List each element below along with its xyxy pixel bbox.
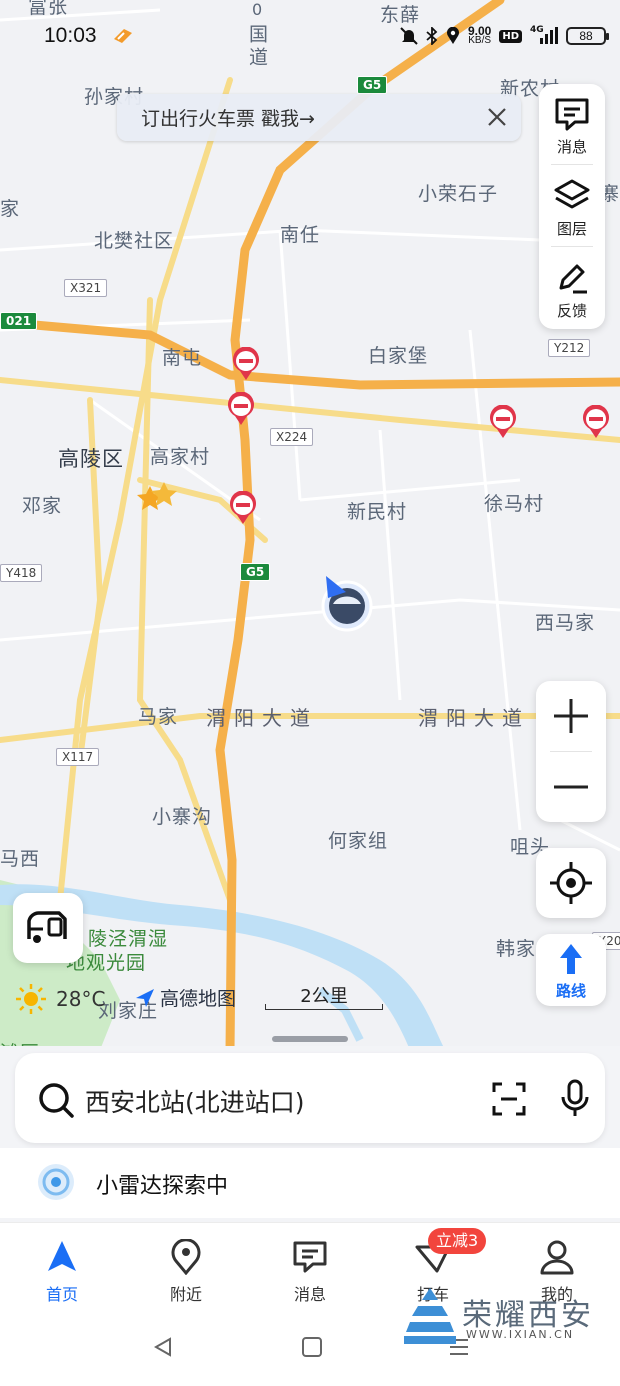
banner-text: 订出行火车票 戳我→ bbox=[141, 108, 315, 130]
district-label: 高陵区 bbox=[58, 447, 124, 471]
no-entry-icon bbox=[490, 405, 516, 438]
navigation-arrow-icon bbox=[48, 1241, 76, 1271]
place-label: 小寨沟 bbox=[152, 806, 213, 828]
minus-icon bbox=[554, 785, 588, 789]
layers-button[interactable]: 图层 bbox=[539, 166, 605, 246]
park-label: 陵泾渭湿 bbox=[88, 928, 169, 950]
search-input[interactable]: 西安北站(北进站口) bbox=[85, 1083, 305, 1119]
signal-icon: 4G bbox=[530, 25, 558, 45]
search-icon bbox=[39, 1083, 74, 1118]
place-label: 徐马村 bbox=[484, 493, 545, 515]
tab-messages[interactable]: 消息 bbox=[265, 1237, 355, 1307]
promo-badge: 立减3 bbox=[428, 1228, 487, 1254]
place-label: 马西 bbox=[0, 848, 41, 870]
watermark-logo-icon bbox=[404, 1288, 456, 1344]
highway-shield: G5 bbox=[240, 563, 271, 581]
plus-icon bbox=[554, 699, 588, 733]
messages-button[interactable]: 消息 bbox=[539, 84, 605, 164]
weather-temp: 28°C bbox=[56, 987, 106, 1011]
layers-icon bbox=[554, 179, 590, 209]
user-location bbox=[321, 576, 373, 632]
sheet-drag-handle[interactable] bbox=[272, 1036, 348, 1042]
zoom-in-button[interactable] bbox=[536, 681, 606, 751]
amap-logo: 高德地图 bbox=[134, 984, 236, 1011]
bluetooth-icon bbox=[426, 27, 438, 45]
hd-badge: HD bbox=[499, 29, 522, 43]
place-label: 邓家 bbox=[22, 495, 63, 517]
highway-shield: 021 bbox=[0, 312, 38, 330]
app-notification-icon bbox=[114, 29, 132, 43]
place-label: 高家村 bbox=[150, 446, 211, 468]
zoom-out-button[interactable] bbox=[536, 752, 606, 822]
radar-icon bbox=[38, 1164, 74, 1200]
place-label: 新民村 bbox=[347, 501, 408, 523]
map-scale: 2公里 bbox=[265, 982, 383, 1012]
message-icon bbox=[555, 98, 589, 131]
weather-widget[interactable]: 28°C bbox=[14, 982, 105, 1016]
no-entry-icon bbox=[228, 392, 254, 425]
place-label: 何家组 bbox=[328, 830, 389, 852]
place-label: 南任 bbox=[280, 224, 321, 246]
road-shield: Y418 bbox=[0, 564, 43, 582]
road-shield: X321 bbox=[64, 279, 108, 297]
place-label: 小荣石子 bbox=[418, 183, 499, 205]
net-speed: 9.00 KB/S bbox=[467, 24, 492, 46]
no-entry-icon bbox=[233, 347, 259, 380]
road-shield: X117 bbox=[56, 748, 100, 766]
place-label: 西马家 bbox=[535, 612, 596, 634]
route-arrow-icon bbox=[560, 944, 582, 974]
status-icons: 9.00 KB/S HD 4G 88 bbox=[400, 24, 609, 46]
road-shield: X224 bbox=[270, 428, 314, 446]
map-view[interactable]: 东薛 孙家村 新农村 小荣石子 南任 北樊社区 南屯 白家堡 高陵区 高家村 邓… bbox=[0, 0, 620, 1050]
location-pin-icon bbox=[446, 27, 459, 44]
road-label: 渭阳大道 bbox=[206, 706, 318, 730]
close-icon[interactable] bbox=[485, 105, 509, 129]
map-canvas bbox=[0, 0, 620, 1050]
place-label: 南屯 bbox=[162, 347, 203, 369]
car-icon bbox=[27, 911, 67, 943]
road-shield: Y212 bbox=[548, 339, 591, 357]
map-tools-panel: 消息 图层 反馈 bbox=[539, 84, 605, 329]
status-bar: 10:03 9.00 KB/S HD 4G 88 bbox=[0, 0, 620, 70]
home-icon[interactable] bbox=[301, 1336, 323, 1358]
tab-home[interactable]: 首页 bbox=[17, 1237, 107, 1307]
amap-logo-icon bbox=[136, 988, 154, 1007]
back-icon[interactable] bbox=[152, 1336, 174, 1358]
highway-shield: G5 bbox=[357, 76, 388, 94]
place-label: 北樊社区 bbox=[94, 230, 175, 252]
search-bar[interactable]: 西安北站(北进站口) bbox=[15, 1053, 605, 1143]
message-icon bbox=[293, 1241, 327, 1273]
tab-nearby[interactable]: 附近 bbox=[141, 1237, 231, 1307]
crosshair-icon bbox=[550, 862, 592, 904]
edit-pencil-icon bbox=[559, 264, 587, 294]
car-mode-button[interactable] bbox=[13, 893, 83, 963]
place-label: 马家 bbox=[138, 706, 179, 728]
route-button[interactable]: 路线 bbox=[536, 934, 606, 1006]
place-label: 家 bbox=[0, 198, 21, 220]
watermark: 荣耀西安 WWW.IXIAN.CN bbox=[404, 1286, 604, 1346]
mute-icon bbox=[400, 27, 418, 45]
scan-icon[interactable] bbox=[491, 1081, 527, 1117]
zoom-controls bbox=[536, 681, 606, 822]
no-entry-icon bbox=[583, 405, 609, 438]
feedback-button[interactable]: 反馈 bbox=[539, 248, 605, 328]
status-time: 10:03 bbox=[44, 24, 97, 47]
location-pin-icon bbox=[171, 1239, 201, 1275]
place-label: 白家堡 bbox=[368, 345, 429, 367]
road-label: 渭阳大道 bbox=[418, 706, 530, 730]
radar-row[interactable]: 小雷达探索中 bbox=[0, 1148, 620, 1218]
locate-me-button[interactable] bbox=[536, 848, 606, 918]
user-icon bbox=[540, 1240, 574, 1275]
train-ticket-banner[interactable]: 订出行火车票 戳我→ bbox=[117, 94, 521, 141]
battery-indicator: 88 bbox=[566, 27, 609, 45]
sun-icon bbox=[16, 984, 46, 1014]
place-label: 韩家 bbox=[496, 938, 537, 960]
no-entry-icon bbox=[230, 491, 256, 524]
microphone-icon[interactable] bbox=[559, 1079, 591, 1119]
